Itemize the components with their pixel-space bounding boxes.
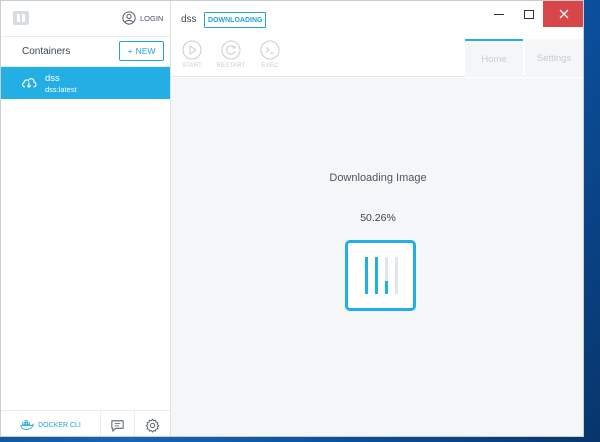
new-container-button[interactable]: + NEW bbox=[119, 41, 164, 61]
login-label: LOGIN bbox=[140, 13, 164, 23]
layer-progress-bar bbox=[365, 257, 368, 294]
feedback-button[interactable] bbox=[101, 411, 135, 436]
play-icon bbox=[182, 40, 202, 60]
minimize-button[interactable] bbox=[485, 1, 513, 27]
preferences-button[interactable] bbox=[135, 411, 169, 436]
terminal-icon bbox=[260, 40, 280, 60]
container-title: dss bbox=[181, 14, 197, 25]
download-percent: 50.26% bbox=[360, 212, 396, 224]
containers-title: Containers bbox=[22, 46, 71, 57]
container-toolbar: START RESTART EXEC Home Settings bbox=[171, 37, 583, 77]
tab-settings[interactable]: Settings bbox=[525, 39, 583, 77]
tab-home[interactable]: Home bbox=[465, 39, 523, 77]
maximize-icon bbox=[524, 9, 534, 19]
kitematic-logo-icon bbox=[13, 11, 29, 25]
exec-button[interactable]: EXEC bbox=[252, 40, 288, 69]
kitematic-window: LOGIN Containers + NEW dss dss:latest DO… bbox=[0, 0, 584, 437]
download-title: Downloading Image bbox=[329, 172, 427, 184]
layer-progress-bar bbox=[385, 257, 388, 294]
close-icon bbox=[559, 9, 569, 19]
chat-bubble-icon bbox=[111, 419, 124, 432]
docker-whale-icon bbox=[20, 420, 35, 430]
minimize-icon bbox=[494, 13, 504, 15]
login-button[interactable]: LOGIN bbox=[122, 11, 163, 25]
start-label: START bbox=[181, 63, 203, 69]
restart-label: RESTART bbox=[216, 63, 246, 69]
download-progress-box bbox=[345, 240, 416, 311]
container-image: dss:latest bbox=[45, 85, 77, 94]
restart-icon bbox=[221, 40, 241, 60]
restart-button[interactable]: RESTART bbox=[213, 40, 249, 69]
user-icon bbox=[122, 11, 136, 25]
container-name: dss bbox=[45, 73, 60, 84]
sidebar: LOGIN Containers + NEW dss dss:latest DO… bbox=[1, 1, 171, 436]
download-content: Downloading Image 50.26% bbox=[171, 78, 583, 436]
cloud-download-icon bbox=[22, 78, 37, 88]
status-badge: DOWNLOADING bbox=[204, 12, 267, 28]
start-button[interactable]: START bbox=[174, 40, 210, 69]
layer-progress-fill bbox=[365, 257, 368, 294]
containers-header: Containers + NEW bbox=[1, 37, 170, 67]
layer-progress-bar bbox=[375, 257, 378, 294]
docker-cli-label: DOCKER CLI bbox=[38, 421, 81, 429]
sidebar-header: LOGIN bbox=[1, 1, 170, 37]
exec-label: EXEC bbox=[261, 63, 279, 69]
maximize-button[interactable] bbox=[515, 1, 543, 27]
docker-cli-button[interactable]: DOCKER CLI bbox=[1, 411, 101, 436]
gear-icon bbox=[145, 418, 159, 433]
title-bar: dss DOWNLOADING bbox=[171, 1, 583, 37]
container-list-item[interactable]: dss dss:latest bbox=[1, 67, 170, 99]
new-button-label: NEW bbox=[135, 46, 156, 56]
layer-progress-bar bbox=[395, 257, 398, 294]
layer-progress-fill bbox=[375, 257, 378, 294]
close-button[interactable] bbox=[543, 1, 583, 27]
layer-progress-fill bbox=[385, 281, 388, 294]
main-panel: dss DOWNLOADING START RESTART EXEC Home … bbox=[171, 1, 583, 436]
sidebar-footer: DOCKER CLI bbox=[1, 410, 170, 436]
plus-icon: + bbox=[127, 46, 133, 56]
